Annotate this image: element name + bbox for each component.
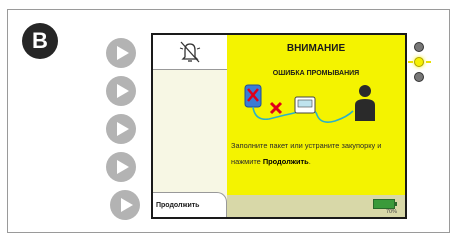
- patient-icon: [355, 85, 375, 121]
- side-button-3[interactable]: [106, 114, 136, 144]
- alert-subtitle: ОШИБКА ПРОМЫВАНИЯ: [272, 70, 360, 77]
- indicator-led-bottom: [414, 72, 424, 82]
- pump-icon: [294, 96, 316, 114]
- alert-message: Заполните пакет или устраните закупорку …: [231, 141, 382, 166]
- continue-button[interactable]: Продолжить: [153, 192, 227, 217]
- left-pane: Продолжить: [153, 35, 228, 217]
- battery-percent: 70%: [385, 209, 397, 215]
- alarm-bell-icon: [153, 35, 227, 70]
- indicator-led-middle: [414, 57, 424, 67]
- status-strip: 70%: [227, 195, 405, 217]
- empty-bag-icon: [244, 84, 262, 108]
- flush-error-illustration: [244, 84, 375, 123]
- occlusion-x-icon: [269, 101, 283, 115]
- side-button-5[interactable]: [110, 190, 140, 220]
- battery-icon: [373, 199, 397, 209]
- device-screen: Продолжить ВНИМАНИЕ ОШИБКА ПРОМЫВАНИЯ За…: [151, 33, 407, 219]
- alert-title: ВНИМАНИЕ: [286, 43, 346, 54]
- led-glow-ray: [408, 61, 413, 63]
- continue-reference: Продолжить: [262, 157, 309, 166]
- alert-panel: ВНИМАНИЕ ОШИБКА ПРОМЫВАНИЯ Заполните пак…: [227, 35, 405, 217]
- side-button-1[interactable]: [106, 38, 136, 68]
- side-button-2[interactable]: [106, 76, 136, 106]
- panel-label-badge: B: [22, 23, 58, 59]
- led-glow-ray: [426, 61, 431, 63]
- indicator-led-top: [414, 42, 424, 52]
- side-button-4[interactable]: [106, 152, 136, 182]
